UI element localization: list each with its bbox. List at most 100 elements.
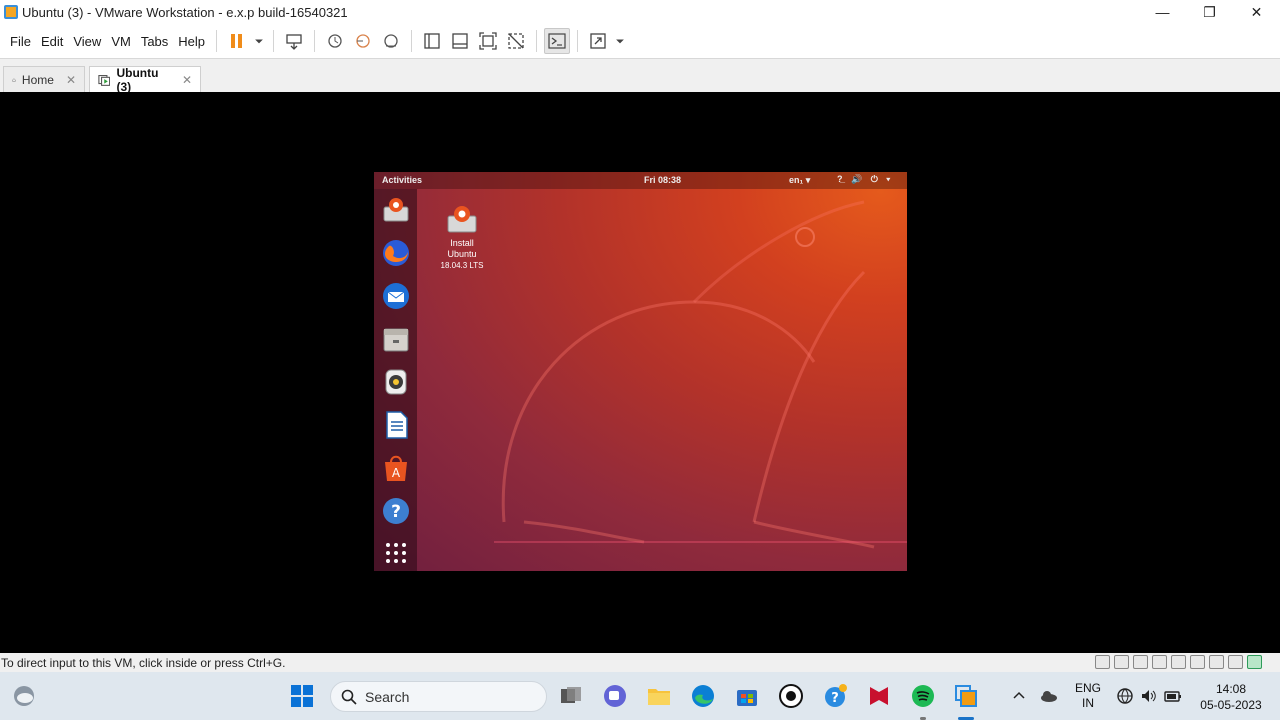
clock-date: 05-05-2023	[1200, 698, 1262, 712]
tab-ubuntu[interactable]: Ubuntu (3) ✕	[89, 66, 201, 94]
message-log-icon[interactable]	[1247, 655, 1262, 669]
help-icon[interactable]: ?	[380, 495, 411, 526]
toolbar-separator	[314, 30, 316, 52]
chevron-up-icon[interactable]	[1010, 687, 1028, 705]
rhythmbox-icon[interactable]	[380, 366, 411, 397]
toolbar-separator	[273, 30, 275, 52]
github-icon[interactable]	[777, 682, 805, 710]
desktop-icon-label-line1: Install	[450, 238, 474, 248]
files-icon[interactable]	[380, 323, 411, 354]
status-message: To direct input to this VM, click inside…	[1, 655, 286, 670]
menu-bar: File Edit View VM Tabs Help	[0, 24, 1280, 58]
vm-running-icon	[98, 75, 111, 86]
ubuntu-dock: A ?	[374, 189, 417, 571]
get-help-icon[interactable]: ?	[821, 682, 849, 710]
window-title: Ubuntu (3) - VMware Workstation - e.x.p …	[22, 4, 348, 20]
unity-icon[interactable]	[503, 28, 529, 54]
menu-edit[interactable]: Edit	[36, 34, 68, 49]
sound-card-icon[interactable]	[1190, 655, 1205, 669]
spotify-icon[interactable]	[909, 682, 937, 710]
keyboard-layout-indicator[interactable]: en₁ ▾	[789, 175, 810, 186]
menu-help[interactable]: Help	[173, 34, 210, 49]
language-indicator[interactable]: ENG IN	[1072, 681, 1104, 711]
printer-icon[interactable]	[1152, 655, 1167, 669]
weather-icon[interactable]	[12, 684, 36, 708]
wallpaper-bird	[494, 200, 907, 549]
tab-strip: Home ✕ Ubuntu (3) ✕	[0, 58, 1280, 94]
system-menu[interactable]: ?̲ 🔊 ⏻ ▾	[837, 174, 893, 185]
snapshot-manager-icon[interactable]	[378, 28, 404, 54]
start-icon[interactable]	[288, 682, 316, 710]
network-adapter-icon[interactable]	[1133, 655, 1148, 669]
ubuntu-desktop[interactable]: Activities Fri 08:38 en₁ ▾ ?̲ 🔊 ⏻ ▾ A ? …	[374, 172, 907, 571]
hard-disk-icon[interactable]	[1095, 655, 1110, 669]
send-ctrl-alt-del-icon[interactable]	[281, 28, 307, 54]
storage-icon[interactable]	[1228, 655, 1243, 669]
display-icon[interactable]	[1209, 655, 1224, 669]
tab-label: Home	[21, 73, 54, 87]
installer-icon	[447, 206, 477, 233]
menu-vm[interactable]: VM	[106, 34, 136, 49]
menu-file[interactable]: File	[5, 34, 36, 49]
toolbar-separator	[577, 30, 579, 52]
thumbnail-bar-icon[interactable]	[447, 28, 473, 54]
full-screen-icon[interactable]	[475, 28, 501, 54]
taskbar-search[interactable]: Search	[330, 681, 547, 712]
volume-icon[interactable]	[1140, 687, 1158, 705]
show-library-icon[interactable]	[419, 28, 445, 54]
svg-text:?: ?	[831, 691, 839, 706]
gnome-clock[interactable]: Fri 08:38	[644, 175, 681, 185]
microsoft-store-icon[interactable]	[733, 682, 761, 710]
close-tab-icon[interactable]: ✕	[66, 73, 76, 87]
svg-text:?: ?	[391, 502, 401, 522]
close-tab-icon[interactable]: ✕	[182, 73, 192, 87]
desktop-icon-label-version: 18.04.3 LTS	[440, 261, 484, 270]
title-bar: Ubuntu (3) - VMware Workstation - e.x.p …	[0, 0, 1280, 24]
language-code: ENG	[1074, 681, 1101, 695]
ubuntu-software-icon[interactable]: A	[380, 452, 411, 483]
task-view-icon[interactable]	[557, 682, 585, 710]
firefox-icon[interactable]	[380, 237, 411, 268]
stretch-dropdown-icon[interactable]	[613, 28, 627, 54]
pause-icon[interactable]	[224, 28, 250, 54]
thunderbird-icon[interactable]	[380, 280, 411, 311]
activities-button[interactable]: Activities	[382, 175, 422, 185]
console-view-icon[interactable]	[544, 28, 571, 54]
toolbar-separator	[216, 30, 218, 52]
usb-icon[interactable]	[1171, 655, 1186, 669]
libreoffice-writer-icon[interactable]	[380, 409, 411, 440]
toolbar-separator	[411, 30, 413, 52]
install-ubuntu-icon[interactable]	[380, 194, 411, 225]
vmware-taskbar-icon[interactable]	[952, 682, 980, 710]
search-label: Search	[365, 688, 410, 705]
taskbar-clock[interactable]: 14:08 05-05-2023	[1196, 681, 1266, 713]
menu-view[interactable]: View	[68, 34, 106, 49]
onedrive-icon[interactable]	[1040, 687, 1058, 705]
stretch-guest-icon[interactable]	[585, 28, 611, 54]
menu-tabs[interactable]: Tabs	[136, 34, 173, 49]
vm-console[interactable]: Activities Fri 08:38 en₁ ▾ ?̲ 🔊 ⏻ ▾ A ? …	[0, 92, 1280, 653]
edge-icon[interactable]	[689, 682, 717, 710]
maximize-button[interactable]: ❐	[1186, 0, 1233, 24]
snapshot-icon[interactable]	[322, 28, 348, 54]
revert-snapshot-icon[interactable]	[350, 28, 376, 54]
desktop-icon-label-line2: Ubuntu	[447, 249, 477, 259]
vmware-app-icon	[4, 5, 18, 19]
tab-label: Ubuntu (3)	[116, 66, 159, 94]
tab-home[interactable]: Home ✕	[3, 66, 85, 93]
close-button[interactable]: ✕	[1233, 0, 1280, 24]
svg-text:A: A	[391, 466, 400, 480]
cd-dvd-icon[interactable]	[1114, 655, 1129, 669]
show-applications-icon[interactable]	[380, 537, 411, 568]
search-icon	[341, 689, 357, 705]
toolbar-separator	[536, 30, 538, 52]
teams-chat-icon[interactable]	[601, 682, 629, 710]
file-explorer-icon[interactable]	[645, 682, 673, 710]
gnome-top-bar: Activities Fri 08:38 en₁ ▾ ?̲ 🔊 ⏻ ▾	[374, 172, 907, 189]
mcafee-icon[interactable]	[865, 682, 893, 710]
power-dropdown-icon[interactable]	[252, 28, 266, 54]
network-icon[interactable]	[1116, 687, 1134, 705]
minimize-button[interactable]: —	[1139, 0, 1186, 24]
battery-icon[interactable]	[1164, 687, 1182, 705]
install-ubuntu-desktop-icon[interactable]: Install Ubuntu 18.04.3 LTS	[436, 202, 488, 271]
